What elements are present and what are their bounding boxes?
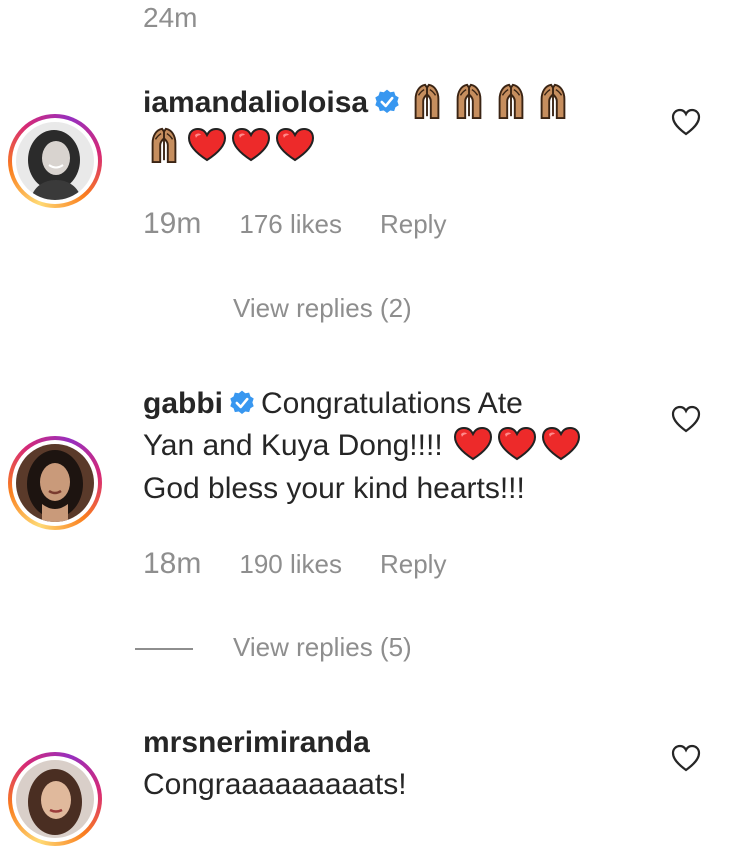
- like-heart-icon[interactable]: [671, 405, 701, 433]
- avatar-image: [16, 760, 94, 838]
- comment-text: iamandalioloisa: [143, 82, 623, 170]
- avatar-image: [16, 444, 94, 522]
- comment-body-line: God bless your kind hearts!!!: [143, 472, 525, 506]
- reply-button[interactable]: Reply: [380, 209, 446, 240]
- comment-body-line: Yan and Kuya Dong!!!!: [143, 429, 443, 462]
- comment-username[interactable]: gabbi: [143, 387, 223, 420]
- replies-divider: [135, 648, 193, 650]
- praying-hands-emoji: [450, 82, 488, 120]
- red-heart-emoji: [497, 426, 537, 462]
- comment-body-line: Congratulations Ate: [261, 387, 523, 420]
- view-replies-button[interactable]: View replies (2): [233, 293, 412, 324]
- red-heart-emoji: [231, 127, 271, 163]
- comment-username[interactable]: iamandalioloisa: [143, 86, 368, 119]
- verified-badge-icon: [229, 390, 255, 416]
- verified-badge-icon: [374, 89, 400, 115]
- red-heart-emoji: [541, 426, 581, 462]
- praying-hands-emoji: [492, 82, 530, 120]
- praying-hands-emoji: [145, 126, 183, 164]
- comment-text: mrsnerimiranda Congraaaaaaaaats!: [143, 722, 623, 806]
- red-heart-emoji: [187, 127, 227, 163]
- top-comment-time: 24m: [143, 2, 198, 33]
- avatar[interactable]: [8, 114, 102, 208]
- like-heart-icon[interactable]: [671, 744, 701, 772]
- red-heart-emoji: [275, 127, 315, 163]
- praying-hands-emoji: [534, 82, 572, 120]
- praying-hands-emoji: [408, 82, 446, 120]
- avatar[interactable]: [8, 752, 102, 846]
- avatar[interactable]: [8, 436, 102, 530]
- comment-likes[interactable]: 190 likes: [239, 549, 342, 580]
- comment-text: gabbi Congratulations Ate Yan and Kuya Do…: [143, 383, 643, 510]
- avatar-image: [16, 122, 94, 200]
- comment-meta: 19m 176 likes Reply: [143, 207, 446, 241]
- comment-body-line: Congraaaaaaaaats!: [143, 768, 407, 801]
- like-heart-icon[interactable]: [671, 108, 701, 136]
- comment-time: 19m: [143, 207, 202, 240]
- comment-likes[interactable]: 176 likes: [239, 209, 342, 240]
- reply-button[interactable]: Reply: [380, 549, 446, 580]
- comment-time: 18m: [143, 547, 202, 580]
- view-replies-button[interactable]: View replies (5): [233, 632, 412, 663]
- comment-meta: 18m 190 likes Reply: [143, 547, 446, 581]
- red-heart-emoji: [453, 426, 493, 462]
- comment-username[interactable]: mrsnerimiranda: [143, 726, 370, 759]
